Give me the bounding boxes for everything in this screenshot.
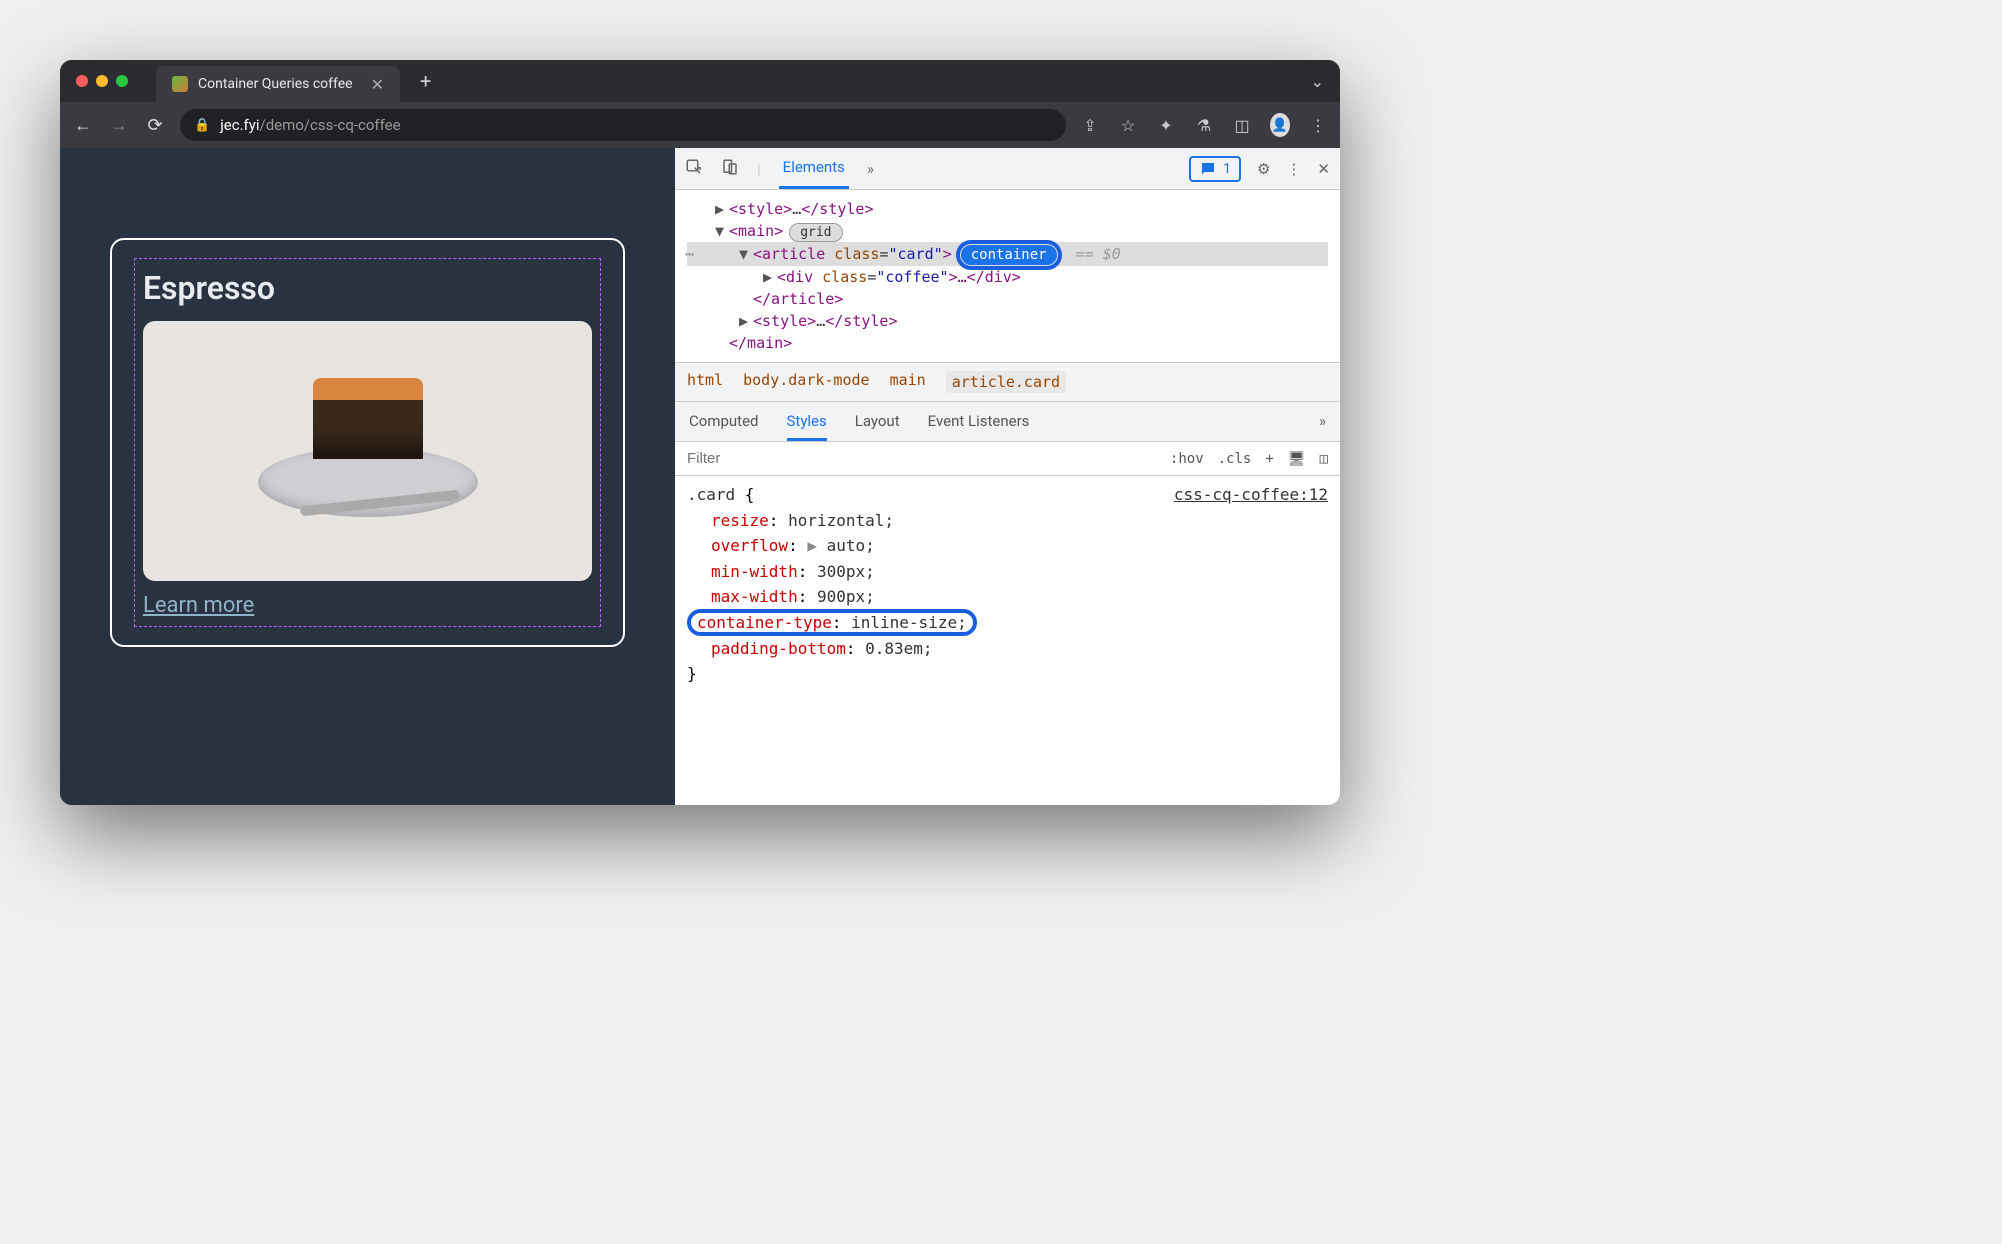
new-tab-button[interactable]: + (420, 69, 431, 93)
crumb-article[interactable]: article.card (946, 371, 1066, 393)
article-close-tag[interactable]: </article> (753, 290, 843, 308)
selected-dom-node[interactable]: ⋯ ▼<article class="card"> container == $… (687, 242, 1328, 266)
console-ref: == $0 (1076, 245, 1121, 263)
kebab-menu-icon[interactable]: ⋮ (1286, 160, 1301, 178)
card-title: Espresso (143, 269, 592, 307)
styles-subtabs: Computed Styles Layout Event Listeners » (675, 402, 1340, 442)
favicon-icon (172, 76, 188, 92)
css-prop-min-width[interactable]: min-width (711, 562, 798, 581)
devtools-tabs: | Elements » 1 ⚙ ⋮ ✕ (675, 148, 1340, 190)
toolbar-icons: ⇪ ☆ ✦ ⚗ ◫ 👤 ⋮ (1080, 113, 1328, 137)
tab-overflow-button[interactable]: ⌄ (1311, 72, 1324, 91)
issues-badge[interactable]: 1 (1189, 156, 1241, 182)
styles-tab[interactable]: Styles (787, 412, 827, 441)
container-badge[interactable]: container (961, 245, 1057, 265)
titlebar: Container Queries coffee ✕ + ⌄ (60, 60, 1340, 102)
devtools-panel: | Elements » 1 ⚙ ⋮ ✕ ▶<style>…</style> ▼… (675, 148, 1340, 805)
maximize-window-button[interactable] (116, 75, 128, 87)
css-rule-block[interactable]: css-cq-coffee:12 .card { resize: horizon… (675, 476, 1340, 805)
crumb-body[interactable]: body.dark-mode (743, 371, 869, 393)
shorthand-expand-icon[interactable]: ▶ (807, 536, 826, 555)
url-host: jec.fyi (220, 116, 259, 134)
minimize-window-button[interactable] (96, 75, 108, 87)
cup-shape (313, 378, 423, 498)
rendered-page: Espresso Learn more (60, 148, 675, 805)
computed-toggle-icon[interactable]: ◫ (1320, 451, 1328, 467)
more-tabs-button[interactable]: » (867, 160, 874, 178)
close-devtools-button[interactable]: ✕ (1317, 160, 1330, 178)
address-bar: ← → ⟳ 🔒 jec.fyi/demo/css-cq-coffee ⇪ ☆ ✦… (60, 102, 1340, 148)
css-prop-overflow[interactable]: overflow (711, 536, 788, 555)
url-path: /demo/css-cq-coffee (260, 116, 401, 134)
event-listeners-tab[interactable]: Event Listeners (928, 412, 1030, 431)
issues-count: 1 (1223, 161, 1231, 177)
crumb-html[interactable]: html (687, 371, 723, 393)
extensions-icon[interactable]: ✦ (1156, 116, 1176, 135)
more-styles-tabs[interactable]: » (1319, 412, 1326, 431)
bookmark-icon[interactable]: ☆ (1118, 116, 1138, 135)
share-icon[interactable]: ⇪ (1080, 116, 1100, 135)
css-prop-resize[interactable]: resize (711, 511, 769, 530)
tab-title: Container Queries coffee (198, 76, 353, 92)
cls-button[interactable]: .cls (1218, 451, 1252, 467)
div-coffee-tag[interactable]: <div (777, 268, 822, 286)
computed-tab[interactable]: Computed (689, 412, 759, 431)
close-window-button[interactable] (76, 75, 88, 87)
new-rule-button[interactable]: + (1265, 451, 1273, 467)
learn-more-link[interactable]: Learn more (143, 593, 254, 618)
filter-input[interactable] (675, 442, 1158, 475)
back-button[interactable]: ← (72, 115, 94, 136)
browser-tab[interactable]: Container Queries coffee ✕ (156, 66, 400, 102)
close-tab-button[interactable]: ✕ (371, 75, 384, 94)
labs-icon[interactable]: ⚗ (1194, 116, 1214, 135)
inspect-icon[interactable] (685, 158, 703, 180)
styles-filter-bar: :hov .cls + 🖥 ◫ (675, 442, 1340, 476)
style2-tag[interactable]: <style> (753, 312, 816, 330)
breadcrumb: html body.dark-mode main article.card (675, 362, 1340, 402)
hov-button[interactable]: :hov (1170, 451, 1204, 467)
coffee-image (143, 321, 592, 581)
css-prop-max-width[interactable]: max-width (711, 587, 798, 606)
menu-button[interactable]: ⋮ (1308, 116, 1328, 135)
profile-button[interactable]: 👤 (1270, 113, 1290, 137)
source-link[interactable]: css-cq-coffee:12 (1174, 482, 1328, 508)
layout-tab[interactable]: Layout (855, 412, 900, 431)
grid-badge[interactable]: grid (789, 223, 842, 242)
css-selector[interactable]: .card (687, 485, 735, 504)
lock-icon: 🔒 (194, 118, 210, 133)
window-controls (76, 75, 128, 87)
highlighted-css-rule: container-type: inline-size; (687, 609, 977, 636)
reload-button[interactable]: ⟳ (144, 115, 166, 136)
device-toggle-icon[interactable] (721, 158, 739, 180)
crumb-main[interactable]: main (890, 371, 926, 393)
container-overlay: Espresso Learn more (134, 258, 601, 627)
css-prop-container-type[interactable]: container-type (697, 613, 832, 632)
elements-tab[interactable]: Elements (779, 148, 849, 189)
css-prop-padding-bottom[interactable]: padding-bottom (711, 639, 846, 658)
style-tag[interactable]: <style> (729, 200, 792, 218)
settings-icon[interactable]: ⚙ (1257, 160, 1270, 178)
browser-window: Container Queries coffee ✕ + ⌄ ← → ⟳ 🔒 j… (60, 60, 1340, 805)
card: Espresso Learn more (110, 238, 625, 647)
main-tag[interactable]: <main> (729, 222, 783, 240)
url-input[interactable]: 🔒 jec.fyi/demo/css-cq-coffee (180, 109, 1066, 141)
css-close-brace: } (687, 664, 697, 683)
dom-tree[interactable]: ▶<style>…</style> ▼<main>grid ⋯ ▼<articl… (675, 190, 1340, 362)
main-close-tag[interactable]: </main> (729, 334, 792, 352)
forward-button[interactable]: → (108, 115, 130, 136)
device-icon[interactable]: 🖥 (1288, 451, 1306, 467)
sidepanel-icon[interactable]: ◫ (1232, 116, 1252, 135)
content-area: Espresso Learn more | (60, 148, 1340, 805)
